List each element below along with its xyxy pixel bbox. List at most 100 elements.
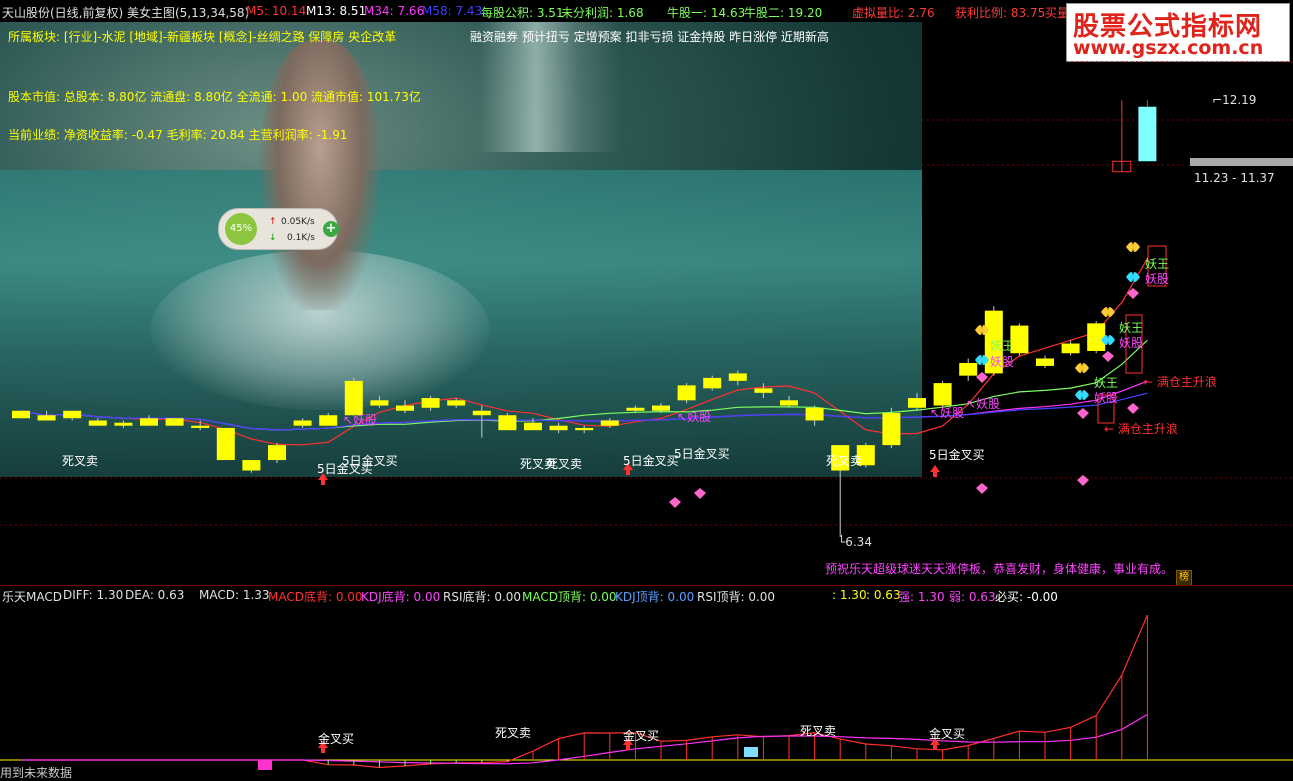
macd-indicator (0, 614, 1293, 770)
candle-body (498, 415, 517, 431)
candle-body (293, 420, 312, 426)
range-price-label: 11.23 - 11.37 (1194, 171, 1275, 185)
candle-body (805, 407, 824, 421)
candle-body (524, 422, 542, 431)
candle-body (268, 445, 286, 461)
demon-king-label: 妖王 (990, 339, 1015, 353)
must-buy-value: 必买: -0.00 (995, 590, 1058, 604)
gem-icon (1077, 475, 1089, 486)
candle-body (652, 405, 670, 411)
golden-cross-label: 金叉买 (929, 727, 966, 741)
gem-icon (1102, 351, 1114, 362)
strong-value: 强: 1.30 (898, 590, 945, 604)
current-price-bar (1190, 158, 1293, 166)
gem-icon (694, 488, 706, 499)
panel-divider (0, 585, 1293, 586)
diff-value: DIFF: 1.30 (63, 588, 124, 602)
butterfly-icon (1101, 307, 1115, 317)
indicator-name[interactable]: 乐天MACD (2, 588, 62, 605)
gem-icon (669, 497, 681, 508)
full-main-wave-label: ← 满仓主升浪 (1104, 422, 1178, 436)
demon-stock-label: ↖妖股 (966, 397, 1001, 411)
candle-body (242, 460, 261, 471)
signal-block (744, 747, 758, 757)
footer-note: 用到未来数据 (0, 766, 73, 780)
demon-stock-label: 妖股 (1145, 272, 1170, 286)
candle-body (933, 383, 952, 406)
candle-body (600, 420, 619, 426)
candle-body (677, 385, 696, 401)
candle-body (1061, 343, 1080, 354)
candle-body (959, 362, 978, 376)
death-cross-label: 死叉卖 (546, 457, 583, 471)
ma13-line (20, 339, 1148, 431)
candle-body (370, 400, 389, 406)
demon-stock-label: 妖股 (1094, 391, 1119, 405)
value-one: : 1.30 (832, 588, 867, 602)
kdj-bottom-div: KDJ底背: 0.00 (361, 590, 441, 604)
candle-body (447, 400, 466, 406)
death-cross-label: 死叉卖 (826, 454, 863, 468)
candle-body (191, 425, 210, 428)
candle-body (140, 418, 158, 426)
candle-body (12, 410, 30, 419)
candle-body (626, 407, 645, 411)
death-cross-label: 死叉卖 (62, 454, 99, 468)
up-arrow-icon (930, 465, 940, 477)
greeting-text: 预祝乐天超级球迷天天涨停板，恭喜发财，身体健康，事业有成。 (825, 562, 1174, 576)
full-main-wave-label: ← 满仓主升浪 (1143, 375, 1217, 389)
demon-stock-label: 妖股 (1119, 336, 1144, 350)
candle-body (37, 415, 56, 421)
butterfly-icon (1075, 390, 1089, 400)
gem-icon (1127, 403, 1139, 414)
macd-top-div: MACD顶背: 0.00 (522, 590, 617, 604)
golden5-label: 5日金叉买 (929, 448, 985, 462)
dea-value: DEA: 0.63 (125, 588, 185, 602)
candle-body (114, 422, 133, 426)
golden-cross-label: 金叉买 (318, 732, 355, 746)
golden-cross-label: 金叉买 (623, 729, 660, 743)
death-cross-label: 死叉卖 (800, 724, 837, 738)
ma5-line (20, 258, 1148, 446)
gem-icon (1077, 408, 1089, 419)
candle-body (421, 398, 440, 408)
rsi-bottom-div: RSI底背: 0.00 (443, 590, 522, 604)
value-two: : 0.63 (866, 588, 901, 602)
macd-bottom-div: MACD底背: 0.00 (268, 590, 363, 604)
butterfly-icon (1075, 363, 1089, 373)
low-price-label: └6.34 (838, 535, 872, 549)
demon-stock-label: ↖妖股 (930, 406, 965, 420)
candle-body (1138, 106, 1157, 162)
candle-body (1036, 358, 1054, 366)
candle-body (728, 373, 747, 381)
candle-body (780, 400, 798, 406)
candle-body (63, 410, 82, 419)
demon-stock-label: ↖妖股 (677, 410, 712, 424)
death-cross-label: 死叉卖 (495, 726, 532, 740)
ma-lines (20, 258, 1148, 446)
candle-body (319, 415, 338, 426)
high-price-label: ⌐12.19 (1212, 93, 1257, 107)
butterfly-icon (1126, 242, 1140, 252)
candle-body (472, 410, 491, 416)
candle-body (88, 420, 107, 426)
golden5-label: 5日金叉买 (623, 454, 679, 468)
candles (12, 100, 1157, 537)
signal-block (258, 760, 272, 770)
kdj-top-div: KDJ顶背: 0.00 (615, 590, 695, 604)
candle-body (216, 427, 235, 461)
gem-icon (976, 372, 988, 383)
candle-body (575, 427, 594, 431)
rsi-top-div: RSI顶背: 0.00 (697, 590, 776, 604)
candle-body (882, 412, 901, 446)
demon-stock-label: 妖股 (990, 355, 1015, 369)
gem-icon (976, 483, 988, 494)
candle-body (165, 418, 184, 426)
butterfly-icon (1126, 272, 1140, 282)
rank-badge[interactable]: 榜 (1176, 570, 1192, 586)
macd-value: MACD: 1.33 (199, 588, 270, 602)
weak-value: 弱: 0.63 (949, 590, 996, 604)
candle-body (549, 425, 568, 431)
golden5-label: 5日金叉买 (674, 447, 730, 461)
candle-body (908, 398, 926, 408)
